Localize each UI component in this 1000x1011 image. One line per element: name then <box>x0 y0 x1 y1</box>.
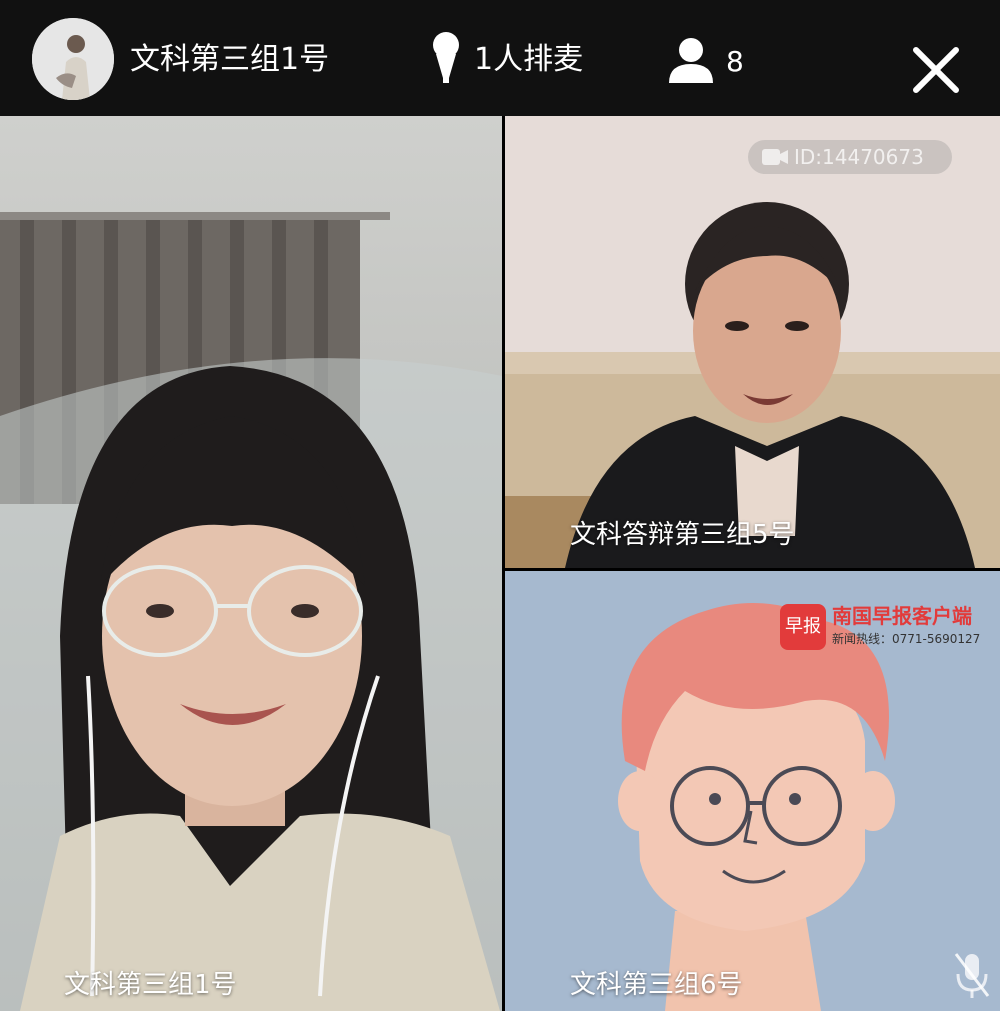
room-header: 文科第三组1号 1人排麦 8 <box>0 0 1000 116</box>
watermark-hotline: 新闻热线：0771-5690127 <box>832 632 981 646</box>
participant-label-top-right: 文科答辩第三组5号 <box>570 520 795 550</box>
watermark-name: 南国早报客户端 <box>832 604 972 628</box>
close-button[interactable] <box>906 40 966 100</box>
camera-icon <box>762 149 788 165</box>
room-title: 文科第三组1号 <box>130 42 330 77</box>
video-tile-main[interactable] <box>0 116 502 1011</box>
microphone-icon[interactable] <box>428 32 464 84</box>
close-icon <box>913 47 959 93</box>
video-feed-top-right <box>505 116 1000 568</box>
user-icon[interactable] <box>666 36 716 84</box>
news-watermark: 早报 南国早报客户端 新闻热线：0771-5690127 <box>780 604 996 654</box>
viewer-count: 8 <box>726 45 744 78</box>
participant-label-bottom-right: 文科第三组6号 <box>570 970 743 1000</box>
mic-queue-count[interactable]: 1人排麦 <box>474 40 583 80</box>
watermark-logo: 早报 <box>780 604 826 650</box>
session-id: ID:14470673 <box>794 145 924 169</box>
host-avatar[interactable] <box>32 18 114 100</box>
video-tile-top-right[interactable] <box>505 116 1000 568</box>
participant-label-main: 文科第三组1号 <box>64 970 237 1000</box>
mic-muted-icon[interactable] <box>952 950 992 1002</box>
video-feed-main <box>0 116 502 1011</box>
id-badge: ID:14470673 <box>748 140 952 174</box>
